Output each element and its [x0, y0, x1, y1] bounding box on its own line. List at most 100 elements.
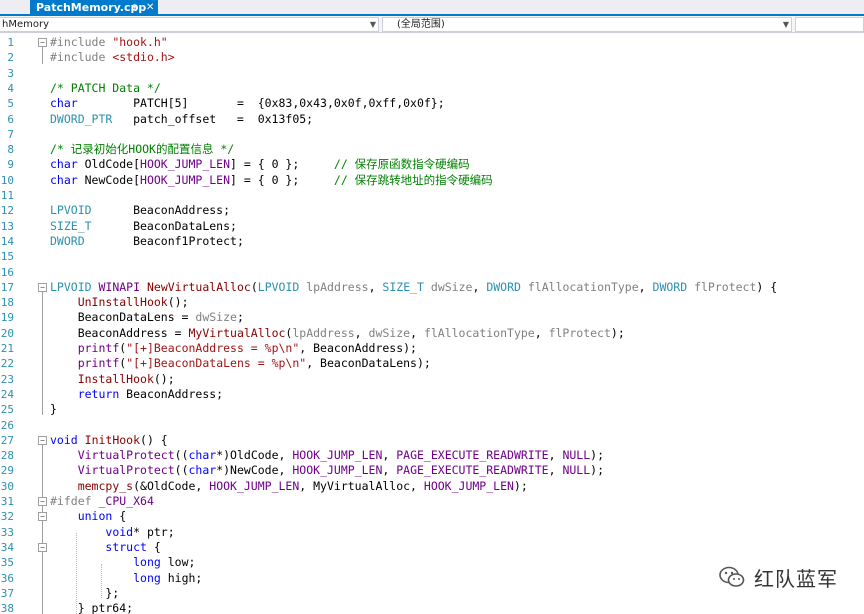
- line-number: 12: [0, 204, 14, 218]
- code-line[interactable]: 25}: [0, 402, 864, 417]
- member-dropdown-value: (全局范围): [397, 19, 445, 30]
- code-text: #include <stdio.h>: [50, 50, 175, 65]
- code-text: printf("[+]BeaconAddress = %p\n", Beacon…: [77, 341, 417, 355]
- function-dropdown[interactable]: [795, 17, 864, 32]
- line-number: 35: [0, 556, 14, 570]
- code-line[interactable]: 6 DWORD_PTR patch_offset = 0x13f05;: [0, 112, 864, 127]
- collapse-icon[interactable]: −: [38, 435, 47, 445]
- code-text: VirtualProtect((char*)OldCode, HOOK_JUMP…: [77, 448, 604, 463]
- line-number: 27: [0, 433, 14, 447]
- code-text: struct {: [105, 539, 161, 554]
- code-line[interactable]: 15: [0, 249, 864, 264]
- code-line[interactable]: 28 VirtualProtect((char*)OldCode, HOOK_J…: [0, 448, 864, 463]
- code-line[interactable]: 9 char OldCode[HOOK_JUMP_LEN] = { 0 }; //…: [0, 157, 864, 172]
- code-text: VirtualProtect((char*)NewCode, HOOK_JUMP…: [77, 463, 604, 478]
- code-line[interactable]: 34 − struct {: [0, 540, 864, 555]
- code-line[interactable]: 4 /* PATCH Data */: [0, 81, 864, 96]
- code-text: memcpy_s(&OldCode, HOOK_JUMP_LEN, MyVirt…: [77, 478, 528, 493]
- line-number: 24: [0, 387, 14, 401]
- pin-icon[interactable]: ⊕: [131, 0, 139, 16]
- code-line[interactable]: 38 } ptr64;: [0, 601, 864, 614]
- code-line[interactable]: 33 void* ptr;: [0, 525, 864, 540]
- line-number: 31: [0, 495, 14, 508]
- code-line[interactable]: 8 /* 记录初始化HOOK的配置信息 */: [0, 142, 864, 157]
- line-number: 14: [0, 234, 14, 248]
- code-line[interactable]: 17 − LPVOID WINAPI NewVirtualAlloc(LPVOID …: [0, 280, 864, 295]
- scope-dropdown-value: hMemory: [2, 19, 50, 30]
- code-line[interactable]: 26: [0, 418, 864, 433]
- collapse-icon[interactable]: −: [38, 38, 47, 47]
- code-line[interactable]: 29 VirtualProtect((char*)NewCode, HOOK_J…: [0, 463, 864, 478]
- code-line[interactable]: 7: [0, 127, 864, 142]
- code-text: /* PATCH Data */: [50, 80, 161, 95]
- code-line[interactable]: 20 BeaconAddress = MyVirtualAlloc(lpAddr…: [0, 326, 864, 341]
- tab-patchmemory[interactable]: PatchMemory.cpp ⊕ ✕: [30, 0, 158, 16]
- collapse-icon[interactable]: −: [38, 497, 47, 506]
- code-line[interactable]: 32 − union {: [0, 509, 864, 524]
- code-line[interactable]: 10 char NewCode[HOOK_JUMP_LEN] = { 0 }; /…: [0, 173, 864, 188]
- code-text: char PATCH[5] = {0x83,0x43,0x0f,0xff,0x0…: [50, 96, 445, 111]
- code-line[interactable]: 23 InstallHook();: [0, 372, 864, 387]
- line-number: 9: [7, 158, 14, 172]
- scope-dropdown[interactable]: hMemory ▼: [0, 17, 379, 32]
- code-line[interactable]: 30 memcpy_s(&OldCode, HOOK_JUMP_LEN, MyV…: [0, 479, 864, 494]
- code-text: BeaconAddress = MyVirtualAlloc(lpAddress…: [50, 325, 625, 340]
- code-line[interactable]: 5 char PATCH[5] = {0x83,0x43,0x0f,0xff,0x…: [0, 96, 864, 111]
- line-number: 21: [0, 342, 14, 355]
- code-text: #ifdef _CPU_X64: [50, 494, 154, 508]
- code-line[interactable]: 27 − void InitHook() {: [0, 433, 864, 448]
- code-text: long low;: [133, 555, 196, 570]
- line-number: 16: [0, 265, 14, 279]
- collapse-icon[interactable]: −: [38, 282, 47, 292]
- code-line[interactable]: 18 UnInstallHook();: [0, 295, 864, 310]
- code-text: return BeaconAddress;: [77, 386, 224, 401]
- line-number: 32: [0, 510, 14, 524]
- line-number: 1: [7, 36, 14, 49]
- code-editor[interactable]: 1− #include "hook.h" 2 #include <stdio.h> 3 4…: [0, 34, 864, 614]
- code-line[interactable]: 31 − #ifdef _CPU_X64: [0, 494, 864, 509]
- wechat-icon: [719, 566, 745, 587]
- code-line[interactable]: 19 BeaconDataLens = dwSize;: [0, 310, 864, 325]
- code-line[interactable]: 24 return BeaconAddress;: [0, 387, 864, 402]
- collapse-icon[interactable]: −: [38, 542, 47, 552]
- tab-title: PatchMemory.cpp: [36, 1, 147, 14]
- code-text: DWORD_PTR patch_offset = 0x13f05;: [50, 111, 314, 126]
- code-line[interactable]: 14 DWORD Beaconf1Protect;: [0, 234, 864, 249]
- code-line[interactable]: 2 #include <stdio.h>: [0, 50, 864, 65]
- code-text: printf("[+]BeaconDataLens = %p\n", Beaco…: [77, 356, 431, 371]
- code-line[interactable]: 1 − #include "hook.h": [0, 35, 864, 50]
- code-text: SIZE_T BeaconDataLens;: [50, 218, 237, 233]
- code-line[interactable]: 21 printf("[+]BeaconAddress = %p\n", Bea…: [0, 341, 864, 356]
- chevron-down-icon: ▼: [782, 20, 789, 29]
- close-icon[interactable]: ✕: [146, 0, 154, 16]
- code-text: } ptr64;: [50, 601, 134, 614]
- code-line[interactable]: 22 printf("[+]BeaconDataLens = %p\n", Be…: [0, 356, 864, 371]
- line-number: 11: [0, 189, 14, 202]
- code-text: #include "hook.h": [50, 35, 168, 49]
- line-number: 19: [0, 311, 14, 325]
- line-number: 25: [0, 403, 14, 417]
- line-number: 8: [7, 143, 14, 157]
- member-dropdown[interactable]: (全局范围) ▼: [382, 17, 792, 32]
- line-number: 34: [0, 540, 14, 554]
- watermark-text: 红队蓝军: [754, 566, 838, 591]
- code-line[interactable]: 11: [0, 188, 864, 203]
- code-line[interactable]: 13 SIZE_T BeaconDataLens;: [0, 219, 864, 234]
- line-number: 4: [7, 81, 14, 95]
- line-number: 20: [0, 326, 14, 340]
- code-text: }: [50, 402, 57, 417]
- code-text: };: [50, 585, 120, 600]
- code-line[interactable]: 3: [0, 66, 864, 81]
- chevron-down-icon: ▼: [369, 20, 376, 29]
- collapse-icon[interactable]: −: [38, 512, 47, 522]
- code-text: LPVOID WINAPI NewVirtualAlloc(LPVOID lpA…: [50, 279, 778, 294]
- line-number: 13: [0, 219, 14, 233]
- navigation-bar: hMemory ▼ (全局范围) ▼: [0, 16, 864, 33]
- tab-strip: PatchMemory.cpp ⊕ ✕: [0, 0, 864, 16]
- code-line[interactable]: 16: [0, 265, 864, 280]
- code-text: union {: [77, 509, 127, 524]
- code-text: void InitHook() {: [50, 432, 168, 447]
- line-number: 6: [7, 112, 14, 126]
- code-line[interactable]: 12 LPVOID BeaconAddress;: [0, 203, 864, 218]
- line-number: 30: [0, 479, 14, 493]
